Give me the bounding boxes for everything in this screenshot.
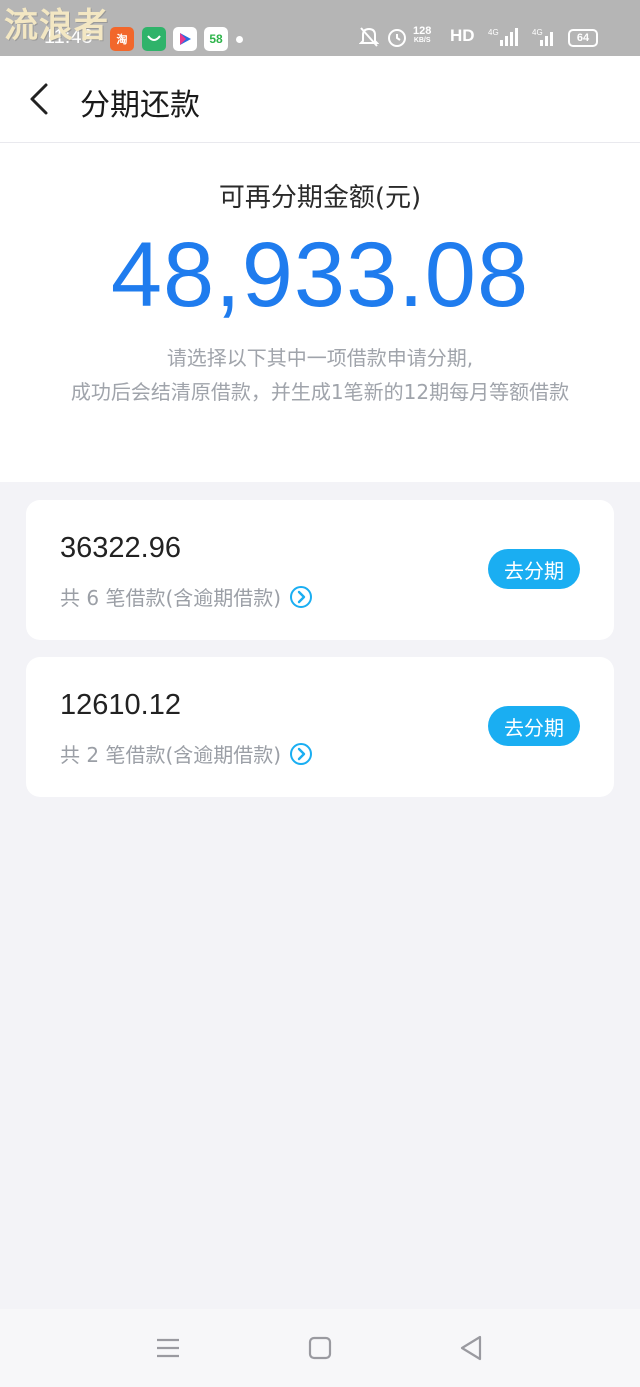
home-square-icon[interactable] (304, 1333, 336, 1363)
fiveeight-app-icon: 58 (204, 27, 228, 51)
loan-card: 36322.96 共 6 笔借款(含逾期借款) 去分期 (26, 500, 614, 640)
loan-card: 12610.12 共 2 笔借款(含逾期借款) 去分期 (26, 657, 614, 797)
menu-icon[interactable] (152, 1333, 184, 1363)
status-bar: 流浪者 11:48 淘 58 128 KB/S HD 4G 4G 64 (0, 0, 640, 56)
watermark: 流浪者 (4, 6, 109, 46)
installment-summary: 可再分期金额(元) 48,933.08 请选择以下其中一项借款申请分期, 成功后… (0, 143, 640, 482)
back-triangle-icon[interactable] (456, 1333, 488, 1363)
taobao-app-icon: 淘 (110, 27, 134, 51)
loan-count-text: 共 6 笔借款(含逾期借款) (60, 586, 282, 610)
system-navigation-bar (0, 1309, 640, 1387)
installment-page: 流浪者 11:48 淘 58 128 KB/S HD 4G 4G 64 分期还款… (0, 0, 640, 1387)
summary-description: 请选择以下其中一项借款申请分期, 成功后会结清原借款，并生成1笔新的12期每月等… (0, 341, 640, 409)
notification-dot (236, 36, 243, 43)
loan-count-link[interactable]: 共 2 笔借款(含逾期借款) (60, 739, 313, 768)
video-app-icon (173, 27, 197, 51)
go-installment-button[interactable]: 去分期 (488, 706, 580, 746)
svg-text:4G: 4G (532, 28, 543, 37)
mute-bell-icon (358, 26, 380, 53)
hd-label: HD (450, 26, 475, 45)
net-speed: 128 KB/S (413, 26, 431, 46)
green-app-icon (142, 27, 166, 51)
battery-icon: 64 (568, 29, 598, 47)
loan-amount: 36322.96 (60, 532, 181, 564)
signal-icon: 4G (532, 26, 558, 53)
page-title: 分期还款 (80, 88, 200, 123)
back-arrow-icon[interactable] (24, 81, 56, 117)
chevron-circle-icon (290, 742, 313, 765)
chevron-circle-icon (290, 585, 313, 608)
go-installment-button[interactable]: 去分期 (488, 549, 580, 589)
loan-count-link[interactable]: 共 6 笔借款(含逾期借款) (60, 582, 313, 611)
summary-desc-line: 成功后会结清原借款，并生成1笔新的12期每月等额借款 (70, 380, 570, 404)
loan-count-text: 共 2 笔借款(含逾期借款) (60, 743, 282, 767)
summary-desc-line: 请选择以下其中一项借款申请分期, (166, 346, 474, 370)
alarm-icon (386, 26, 408, 53)
signal-icon: 4G (488, 26, 520, 53)
loan-amount: 12610.12 (60, 689, 181, 721)
net-speed-unit: KB/S (413, 37, 431, 44)
summary-amount: 48,933.08 (110, 224, 530, 326)
summary-label: 可再分期金额(元) (218, 183, 422, 213)
nav-header: 分期还款 (0, 56, 640, 143)
svg-text:4G: 4G (488, 28, 499, 37)
